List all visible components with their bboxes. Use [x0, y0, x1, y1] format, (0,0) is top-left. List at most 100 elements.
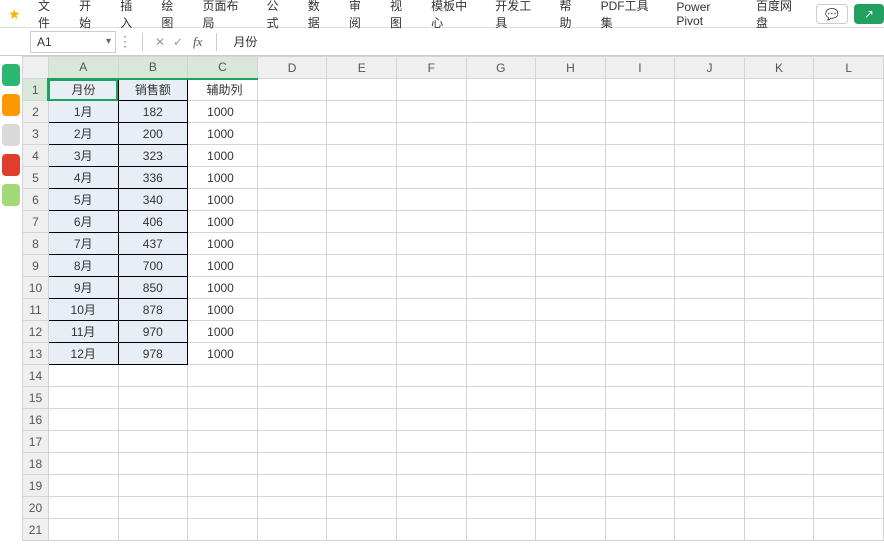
cell-E10[interactable] [327, 277, 397, 299]
menu-item-开发工具[interactable]: 开发工具 [487, 0, 549, 35]
cell-A5[interactable]: 4月 [48, 167, 118, 189]
cell-A9[interactable]: 8月 [48, 255, 118, 277]
cell-F21[interactable] [396, 519, 466, 541]
column-header-E[interactable]: E [327, 57, 397, 79]
cell-L20[interactable] [814, 497, 884, 519]
cell-K17[interactable] [744, 431, 814, 453]
cell-J6[interactable] [675, 189, 745, 211]
cell-I19[interactable] [605, 475, 675, 497]
cell-B5[interactable]: 336 [118, 167, 188, 189]
row-header-16[interactable]: 16 [23, 409, 49, 431]
cell-F7[interactable] [396, 211, 466, 233]
cell-C20[interactable] [188, 497, 258, 519]
cell-F16[interactable] [396, 409, 466, 431]
menu-item-Power Pivot[interactable]: Power Pivot [668, 0, 746, 32]
menu-item-百度网盘[interactable]: 百度网盘 [748, 0, 810, 35]
cell-J17[interactable] [675, 431, 745, 453]
cell-B17[interactable] [118, 431, 188, 453]
cell-H11[interactable] [536, 299, 606, 321]
column-header-A[interactable]: A [48, 57, 118, 79]
cell-F11[interactable] [396, 299, 466, 321]
menu-item-帮助[interactable]: 帮助 [551, 0, 590, 35]
cell-L13[interactable] [814, 343, 884, 365]
cell-D17[interactable] [257, 431, 327, 453]
cell-F13[interactable] [396, 343, 466, 365]
cell-B15[interactable] [118, 387, 188, 409]
chevron-down-icon[interactable]: ▾ [106, 36, 111, 47]
cell-E15[interactable] [327, 387, 397, 409]
cell-J10[interactable] [675, 277, 745, 299]
column-header-J[interactable]: J [675, 57, 745, 79]
cell-B9[interactable]: 700 [118, 255, 188, 277]
cell-E20[interactable] [327, 497, 397, 519]
cell-A14[interactable] [48, 365, 118, 387]
cell-J5[interactable] [675, 167, 745, 189]
cell-C13[interactable]: 1000 [188, 343, 258, 365]
cell-G7[interactable] [466, 211, 536, 233]
menu-item-插入[interactable]: 插入 [112, 0, 151, 35]
cell-K5[interactable] [744, 167, 814, 189]
cell-D19[interactable] [257, 475, 327, 497]
cell-E1[interactable] [327, 79, 397, 101]
cell-K10[interactable] [744, 277, 814, 299]
cell-D20[interactable] [257, 497, 327, 519]
cell-J18[interactable] [675, 453, 745, 475]
cell-H21[interactable] [536, 519, 606, 541]
cell-C2[interactable]: 1000 [188, 101, 258, 123]
cell-D7[interactable] [257, 211, 327, 233]
cell-G20[interactable] [466, 497, 536, 519]
cell-J8[interactable] [675, 233, 745, 255]
menu-item-开始[interactable]: 开始 [71, 0, 110, 35]
cell-D16[interactable] [257, 409, 327, 431]
cell-H20[interactable] [536, 497, 606, 519]
cell-C4[interactable]: 1000 [188, 145, 258, 167]
comments-button[interactable] [816, 4, 848, 24]
cell-F6[interactable] [396, 189, 466, 211]
cell-A1[interactable]: 月份 [48, 79, 118, 101]
cell-E17[interactable] [327, 431, 397, 453]
row-header-15[interactable]: 15 [23, 387, 49, 409]
cell-D8[interactable] [257, 233, 327, 255]
cell-G4[interactable] [466, 145, 536, 167]
cell-I8[interactable] [605, 233, 675, 255]
cell-J4[interactable] [675, 145, 745, 167]
cancel-icon[interactable]: ✕ [151, 35, 169, 49]
cell-L6[interactable] [814, 189, 884, 211]
cell-F2[interactable] [396, 101, 466, 123]
cell-F3[interactable] [396, 123, 466, 145]
cell-I21[interactable] [605, 519, 675, 541]
cell-I20[interactable] [605, 497, 675, 519]
cell-E2[interactable] [327, 101, 397, 123]
cell-G15[interactable] [466, 387, 536, 409]
cell-C15[interactable] [188, 387, 258, 409]
side-badge[interactable] [2, 184, 20, 206]
cell-I17[interactable] [605, 431, 675, 453]
cell-K7[interactable] [744, 211, 814, 233]
cell-L19[interactable] [814, 475, 884, 497]
cell-A17[interactable] [48, 431, 118, 453]
cell-G19[interactable] [466, 475, 536, 497]
cell-B21[interactable] [118, 519, 188, 541]
cell-D18[interactable] [257, 453, 327, 475]
cell-K16[interactable] [744, 409, 814, 431]
cell-J9[interactable] [675, 255, 745, 277]
cell-F9[interactable] [396, 255, 466, 277]
cell-L14[interactable] [814, 365, 884, 387]
cell-K4[interactable] [744, 145, 814, 167]
cell-K6[interactable] [744, 189, 814, 211]
cell-G8[interactable] [466, 233, 536, 255]
cell-J11[interactable] [675, 299, 745, 321]
cell-B10[interactable]: 850 [118, 277, 188, 299]
confirm-icon[interactable]: ✓ [169, 35, 187, 49]
cell-F14[interactable] [396, 365, 466, 387]
cell-F20[interactable] [396, 497, 466, 519]
cell-A4[interactable]: 3月 [48, 145, 118, 167]
cell-A10[interactable]: 9月 [48, 277, 118, 299]
row-header-20[interactable]: 20 [23, 497, 49, 519]
menu-item-数据[interactable]: 数据 [300, 0, 339, 35]
cell-G12[interactable] [466, 321, 536, 343]
cell-H10[interactable] [536, 277, 606, 299]
cell-I3[interactable] [605, 123, 675, 145]
cell-A12[interactable]: 11月 [48, 321, 118, 343]
cell-H14[interactable] [536, 365, 606, 387]
